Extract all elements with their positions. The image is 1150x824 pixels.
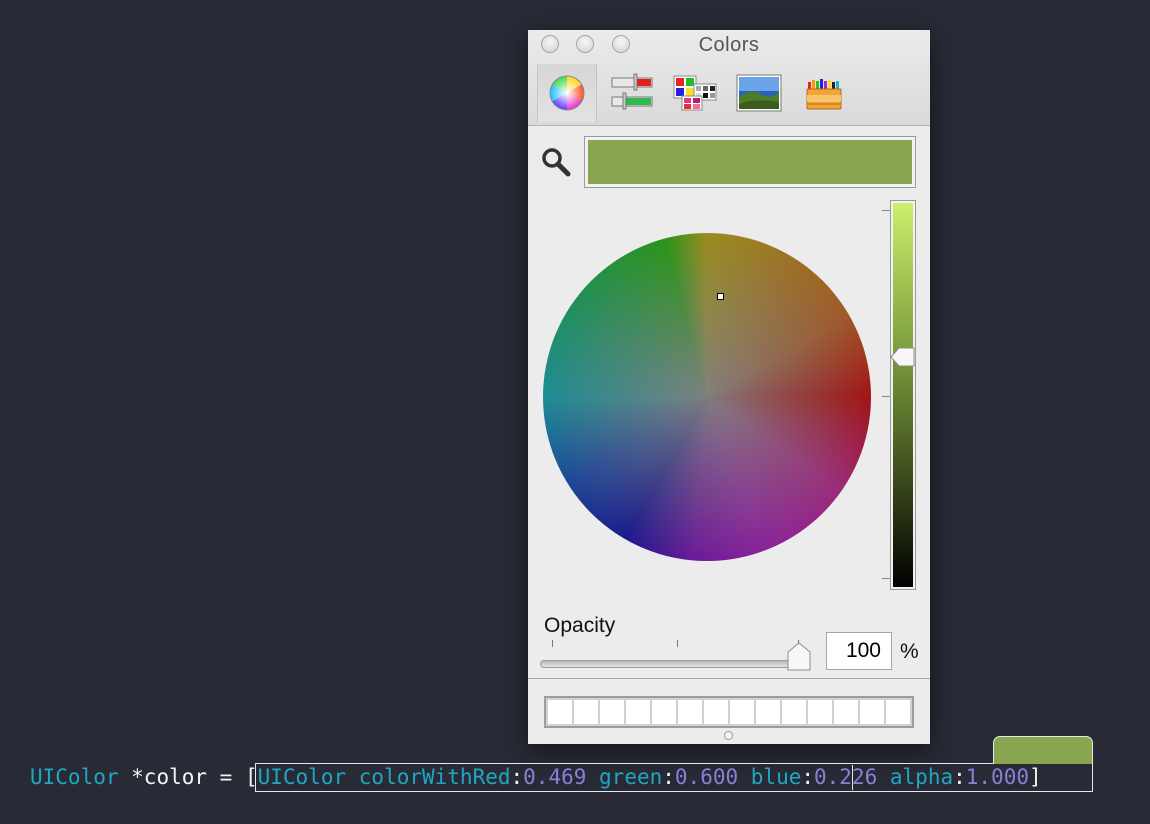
resize-handle[interactable] (724, 731, 733, 740)
code-green-value[interactable]: 0.600 (675, 765, 738, 789)
code-type-uicolor: UIColor (30, 765, 119, 789)
opacity-tick (677, 640, 678, 647)
palettes-icon (673, 75, 717, 111)
tab-image-palettes[interactable] (732, 66, 786, 120)
brightness-gradient (893, 203, 913, 587)
code-colon: : (662, 765, 675, 789)
magnifier-icon[interactable] (540, 146, 572, 178)
tab-color-wheel[interactable] (537, 64, 597, 122)
color-wheel-icon (549, 75, 585, 111)
swatch-cell[interactable] (574, 700, 598, 724)
brightness-tick-middle (882, 396, 890, 397)
opacity-label: Opacity (544, 614, 616, 637)
color-literal-preview[interactable] (993, 736, 1093, 764)
tab-color-sliders[interactable] (605, 66, 659, 120)
brightness-slider-thumb[interactable] (890, 346, 916, 368)
code-alpha-value[interactable]: 1.000 (966, 765, 1029, 789)
swatch-cell[interactable] (548, 700, 572, 724)
opacity-slider[interactable] (540, 660, 808, 668)
crayons-icon (806, 79, 842, 110)
swatch-cell[interactable] (600, 700, 624, 724)
swatch-cell[interactable] (678, 700, 702, 724)
code-method-red: colorWithRed (358, 765, 511, 789)
code-alpha-label: alpha (889, 765, 954, 789)
current-color-well[interactable] (584, 136, 916, 188)
swatch-cell[interactable] (808, 700, 832, 724)
swatch-cell[interactable] (782, 700, 806, 724)
swatch-cell[interactable] (730, 700, 754, 724)
code-blue-value[interactable]: 0.226 (814, 765, 877, 789)
title-bar: Colors (528, 30, 930, 126)
saved-swatches (544, 696, 914, 728)
colors-panel: Colors Opacity 100 % (528, 30, 930, 744)
tab-color-palettes[interactable] (668, 66, 722, 120)
wheel-selection-marker[interactable] (717, 293, 724, 300)
code-colon: : (510, 765, 524, 789)
brightness-tick-top (882, 210, 890, 211)
opacity-slider-thumb[interactable] (786, 642, 812, 672)
code-colon: : (801, 765, 815, 789)
code-close-bracket: ] (1028, 765, 1042, 789)
code-class-name: UIColor (257, 765, 347, 789)
image-icon (736, 74, 782, 112)
swatch-cell[interactable] (886, 700, 910, 724)
swatch-cell[interactable] (860, 700, 884, 724)
code-blue-label: blue (750, 765, 802, 789)
color-wheel[interactable] (543, 233, 871, 561)
window-title: Colors (698, 34, 760, 56)
code-line[interactable]: UIColor *color = [UIColor colorWithRed:0… (30, 763, 1042, 791)
swatch-cell[interactable] (652, 700, 676, 724)
code-declaration: *color = (118, 765, 245, 789)
sliders-icon (611, 73, 653, 110)
code-red-value[interactable]: 0.469 (523, 765, 586, 789)
current-color-fill (588, 140, 912, 184)
swatch-cell[interactable] (626, 700, 650, 724)
swatch-cell[interactable] (756, 700, 780, 724)
opacity-unit-label: % (900, 640, 919, 663)
tab-crayons[interactable] (797, 66, 851, 120)
panel-divider (528, 678, 930, 679)
brightness-tick-bottom (882, 578, 890, 579)
code-green-label: green (599, 765, 663, 789)
opacity-value-field[interactable]: 100 (826, 632, 892, 670)
swatch-cell[interactable] (834, 700, 858, 724)
swatch-cell[interactable] (704, 700, 728, 724)
code-colon: : (953, 765, 966, 789)
opacity-tick (552, 640, 553, 647)
brightness-slider[interactable] (890, 200, 916, 590)
code-open-bracket: [ (244, 765, 258, 789)
